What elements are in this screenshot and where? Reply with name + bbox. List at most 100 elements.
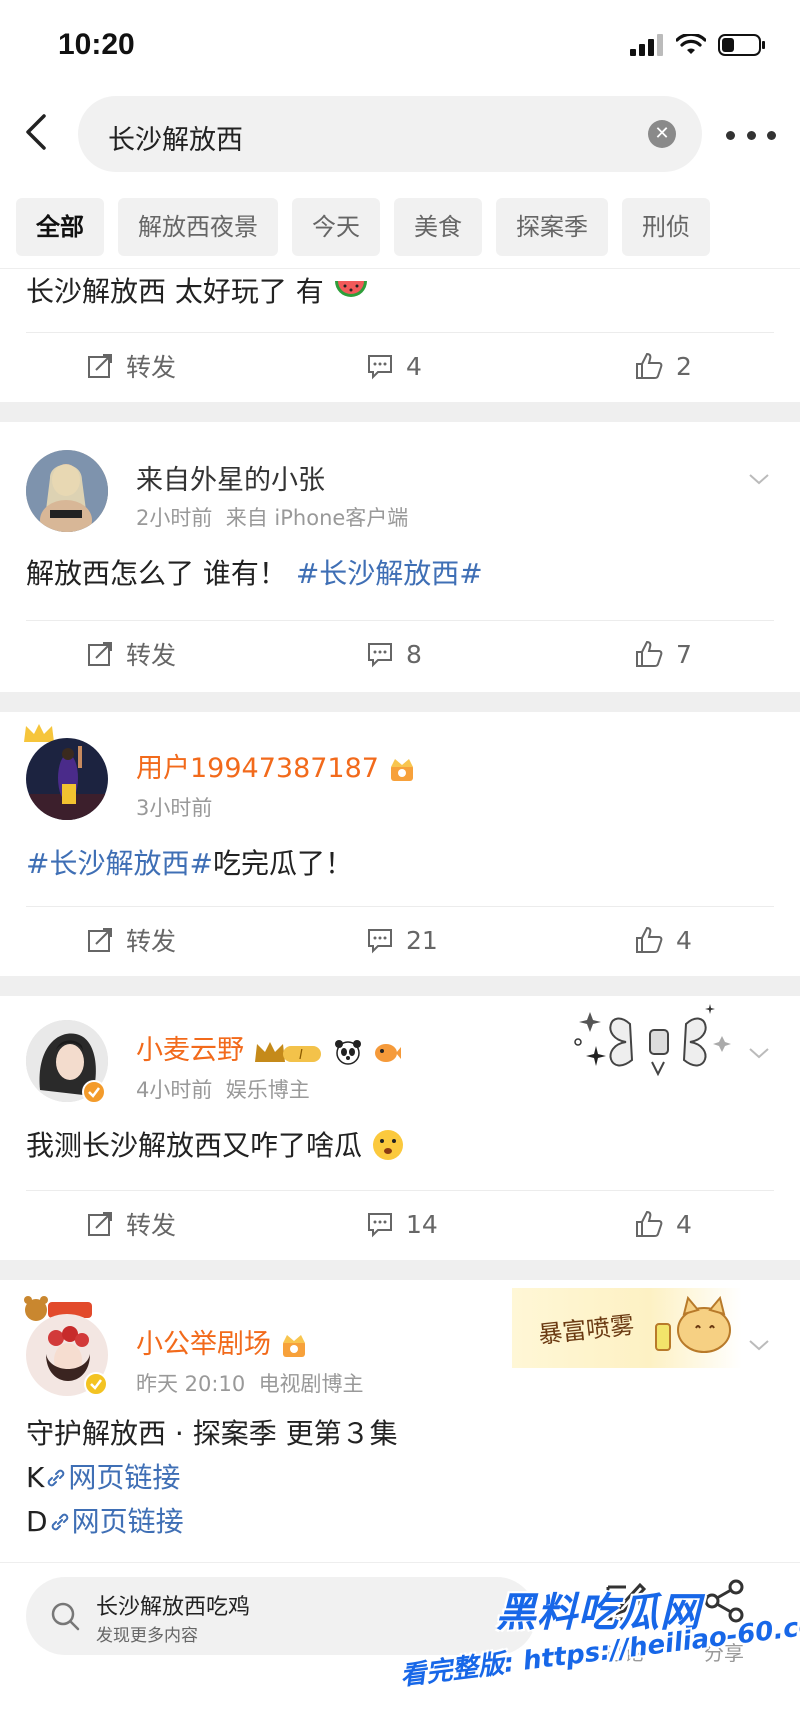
post-meta: 2小时前 来自 iPhone客户端	[136, 502, 408, 532]
vip-badge-icon	[390, 758, 413, 781]
repost-button[interactable]: 转发	[86, 1194, 176, 1254]
web-link[interactable]: 网页链接	[48, 1505, 184, 1538]
thumbs-up-icon	[636, 1210, 663, 1237]
comment-button[interactable]: 8	[366, 624, 422, 684]
surprised-face-emoji-icon	[372, 1130, 403, 1160]
post-username[interactable]: 小麦云野 I	[136, 1028, 402, 1067]
like-button[interactable]: 4	[634, 1194, 692, 1254]
post-card: 小公举剧场 昨天 20:10 电视剧博主 暴富喷雾 守护解放西 · 探案季 更第…	[0, 1280, 800, 1562]
bottom-search-subtitle: 发现更多内容	[96, 1626, 198, 1646]
post-action-bar: 转发 14 4	[0, 1194, 800, 1254]
post-username-text: 用户19947387187	[136, 753, 379, 784]
tab-all[interactable]: 全部	[16, 198, 104, 256]
post-username[interactable]: 用户19947387187	[136, 746, 416, 785]
vip-level-badge-icon: I	[254, 1041, 321, 1063]
comment-count: 8	[406, 639, 422, 669]
like-count: 7	[676, 639, 692, 669]
link-prefix: K	[26, 1461, 45, 1494]
post-text: 长沙解放西 太好玩了 有	[26, 275, 324, 308]
status-bar: 10:20	[0, 0, 800, 90]
repost-icon	[88, 1212, 112, 1236]
post-time: 昨天 20:10	[136, 1372, 246, 1396]
repost-button[interactable]: 转发	[86, 910, 176, 970]
thumbs-up-icon	[636, 926, 663, 953]
post-text: 守护解放西 · 探案季 更第３集	[26, 1417, 398, 1450]
tab-criminal-investigation[interactable]: 刑侦	[622, 198, 710, 256]
post-separator	[26, 332, 774, 333]
chevron-left-icon	[26, 114, 46, 150]
post-separator	[26, 1190, 774, 1191]
signal-icon	[630, 34, 663, 56]
clear-search-button[interactable]: ✕	[648, 120, 676, 148]
post-card: 用户19947387187 3小时前 #长沙解放西#吃完瓜了！ 转发 21 4	[0, 712, 800, 976]
more-dot-icon	[726, 130, 735, 140]
tab-case-season[interactable]: 探案季	[496, 198, 608, 256]
post-content: 我测长沙解放西又咋了啥瓜	[26, 1124, 405, 1168]
back-button[interactable]	[16, 110, 60, 154]
avatar[interactable]	[26, 738, 108, 820]
repost-button[interactable]: 转发	[86, 336, 176, 396]
comment-button[interactable]: 14	[366, 1194, 438, 1254]
repost-icon	[88, 642, 112, 666]
post-gap	[0, 976, 800, 996]
search-icon	[51, 1602, 80, 1631]
repost-button[interactable]: 转发	[86, 624, 176, 684]
post-topic-link[interactable]: #长沙解放西#	[26, 847, 213, 880]
post-gap	[0, 402, 800, 422]
panda-icon	[335, 1039, 362, 1065]
post-username[interactable]: 小公举剧场	[136, 1322, 308, 1361]
avatar-photo-icon	[26, 450, 108, 532]
sticker-text: 暴富喷雾	[537, 1311, 636, 1349]
post-source: 娱乐博主	[225, 1078, 310, 1102]
comment-count: 14	[406, 1209, 438, 1239]
like-button[interactable]: 7	[634, 624, 692, 684]
watermelon-emoji-icon	[334, 281, 367, 297]
comment-icon	[368, 929, 392, 954]
avatar[interactable]	[26, 450, 108, 532]
post-text: 我测长沙解放西又咋了啥瓜	[26, 1129, 363, 1162]
chevron-down-icon[interactable]	[746, 466, 772, 492]
comment-icon	[368, 643, 392, 668]
post-action-bar: 转发 8 7	[0, 624, 800, 684]
filter-tabs: 全部 解放西夜景 今天 美食 探案季 刑侦	[16, 198, 710, 256]
like-button[interactable]: 2	[634, 336, 692, 396]
post-username-text: 小公举剧场	[136, 1329, 271, 1360]
tab-night-view[interactable]: 解放西夜景	[118, 198, 278, 256]
post-card: 来自外星的小张 2小时前 来自 iPhone客户端 解放西怎么了 谁有！ #长沙…	[0, 422, 800, 692]
post-meta: 3小时前	[136, 792, 212, 822]
more-options-button[interactable]	[726, 120, 776, 150]
post-topic-link[interactable]: #长沙解放西#	[296, 557, 483, 590]
tab-today[interactable]: 今天	[292, 198, 380, 256]
comment-button[interactable]: 21	[366, 910, 438, 970]
tab-food[interactable]: 美食	[394, 198, 482, 256]
thumbs-up-icon	[636, 640, 663, 667]
comment-count: 21	[406, 925, 438, 955]
repost-label: 转发	[126, 641, 177, 670]
bow-sticker-icon	[574, 1004, 731, 1077]
repost-icon	[88, 928, 112, 952]
repost-label: 转发	[126, 1211, 177, 1240]
search-input[interactable]: 长沙解放西 ✕	[78, 96, 702, 172]
bottom-search-title: 长沙解放西吃鸡	[96, 1595, 251, 1620]
thumbs-up-icon	[636, 352, 663, 379]
link-prefix: D	[26, 1505, 48, 1538]
chevron-down-icon[interactable]	[746, 1332, 772, 1358]
web-link-text: 网页链接	[68, 1461, 181, 1494]
post-content: #长沙解放西#吃完瓜了！	[26, 842, 353, 886]
like-button[interactable]: 4	[634, 910, 692, 970]
close-icon: ✕	[654, 123, 670, 144]
like-count: 4	[676, 925, 692, 955]
post-meta: 昨天 20:10 电视剧博主	[136, 1368, 364, 1398]
web-link[interactable]: 网页链接	[44, 1461, 180, 1494]
search-query: 长沙解放西	[108, 125, 243, 156]
comment-button[interactable]: 4	[366, 336, 422, 396]
svg-text:I: I	[299, 1048, 303, 1063]
bottom-search-box[interactable]: 长沙解放西吃鸡 发现更多内容	[26, 1577, 536, 1655]
post-gap	[0, 1260, 800, 1280]
link-icon	[51, 1513, 68, 1531]
post-username[interactable]: 来自外星的小张	[136, 458, 325, 497]
verified-badge-icon	[82, 1080, 106, 1104]
avatar-photo-icon	[26, 738, 108, 820]
chevron-down-icon[interactable]	[746, 1040, 772, 1066]
wifi-icon	[676, 34, 706, 54]
